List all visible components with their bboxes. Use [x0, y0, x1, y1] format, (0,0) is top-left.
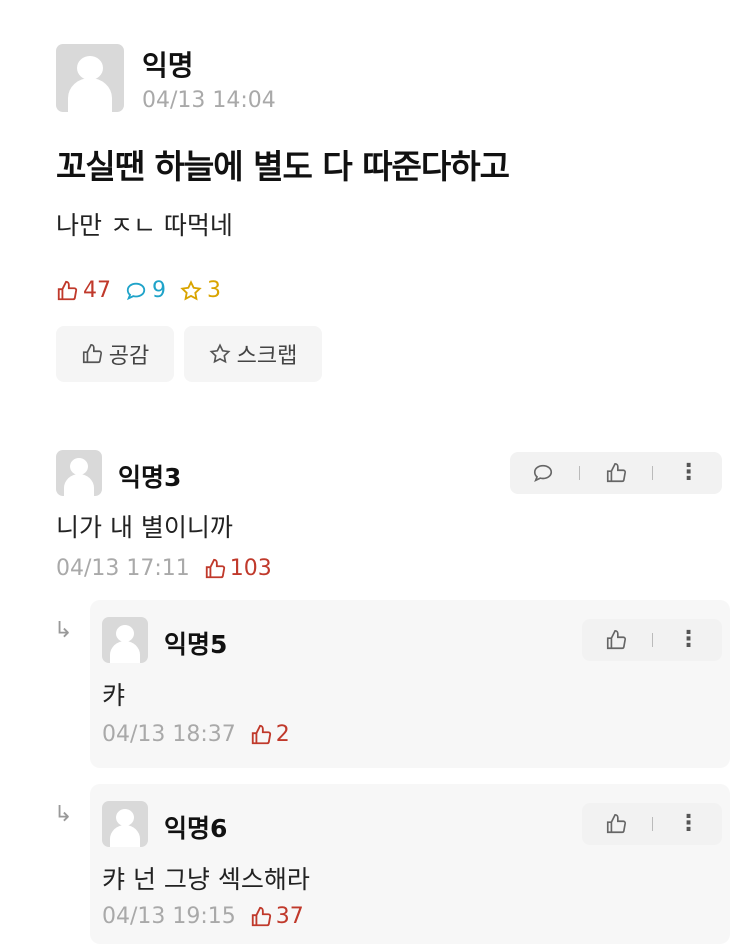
reply-author: 익명6: [164, 814, 228, 843]
reply-avatar: [102, 801, 148, 847]
comment-author: 익명3: [118, 463, 182, 492]
post-comment-count-value: 9: [152, 278, 166, 303]
reply-like-value: 37: [275, 904, 304, 929]
post-author-avatar: [56, 44, 124, 112]
divider: [651, 817, 653, 831]
scrap-button[interactable]: 스크랩: [184, 326, 322, 382]
comment-text: 니가 내 별이니까: [56, 513, 233, 542]
divider: [651, 633, 653, 647]
reply-author: 익명5: [164, 630, 228, 659]
post-stats: 47 9 3: [56, 278, 235, 303]
reply-like-value: 2: [275, 722, 290, 747]
reply-actions: ⋮: [582, 803, 722, 845]
post-body: 나만 ㅈㄴ 따먹네: [56, 211, 233, 240]
post-like-count: 47: [56, 278, 111, 303]
comment-meta: 04/13 17:11 103: [56, 556, 272, 581]
reply-avatar: [102, 617, 148, 663]
comment-actions: ⋮: [510, 452, 722, 494]
post-comment-count: 9: [125, 278, 166, 303]
thumbs-up-icon: [251, 906, 271, 926]
comment-like-value: 103: [229, 556, 272, 581]
divider: [579, 466, 581, 480]
star-icon: [209, 343, 231, 364]
thumbs-up-icon[interactable]: [605, 629, 627, 651]
reply-meta: 04/13 19:15 37: [102, 904, 304, 929]
reply-text: 캬 넌 그냥 섹스해라: [102, 865, 310, 894]
thumbs-up-icon: [251, 724, 271, 744]
divider: [651, 466, 653, 480]
post-scrap-count: 3: [180, 278, 221, 303]
speech-bubble-icon[interactable]: [532, 462, 554, 484]
comment-avatar: [56, 450, 102, 496]
comment-time: 04/13 17:11: [56, 556, 190, 581]
reply-like-count: 37: [250, 904, 304, 929]
thumbs-up-icon: [57, 280, 78, 300]
thumbs-up-icon[interactable]: [605, 462, 627, 484]
scrap-button-label: 스크랩: [236, 344, 298, 369]
comment-like-count: 103: [204, 556, 272, 581]
reply-like-count: 2: [250, 722, 290, 747]
reply-actions: ⋮: [582, 619, 722, 661]
like-button[interactable]: 공감: [56, 326, 174, 382]
more-vertical-icon[interactable]: ⋮: [678, 629, 700, 651]
post-author-name: 익명: [142, 49, 194, 82]
post-like-count-value: 47: [83, 278, 111, 303]
like-button-label: 공감: [108, 344, 150, 369]
post-title: 꼬실땐 하늘에 별도 다 따준다하고: [56, 147, 510, 186]
reply-time: 04/13 18:37: [102, 722, 236, 747]
more-vertical-icon[interactable]: ⋮: [678, 462, 700, 484]
reply-text: 캬: [102, 681, 126, 710]
star-icon: [180, 279, 202, 300]
post-scrap-count-value: 3: [207, 278, 221, 303]
reply-arrow-icon: ↳: [54, 618, 73, 643]
reply-time: 04/13 19:15: [102, 904, 236, 929]
more-vertical-icon[interactable]: ⋮: [678, 813, 700, 835]
thumbs-up-icon: [205, 558, 225, 578]
post-timestamp: 04/13 14:04: [142, 88, 276, 113]
reply-arrow-icon: ↳: [54, 802, 73, 827]
speech-bubble-icon: [126, 282, 146, 300]
thumbs-up-icon: [82, 344, 102, 364]
thumbs-up-icon[interactable]: [605, 813, 627, 835]
reply-meta: 04/13 18:37 2: [102, 722, 290, 747]
